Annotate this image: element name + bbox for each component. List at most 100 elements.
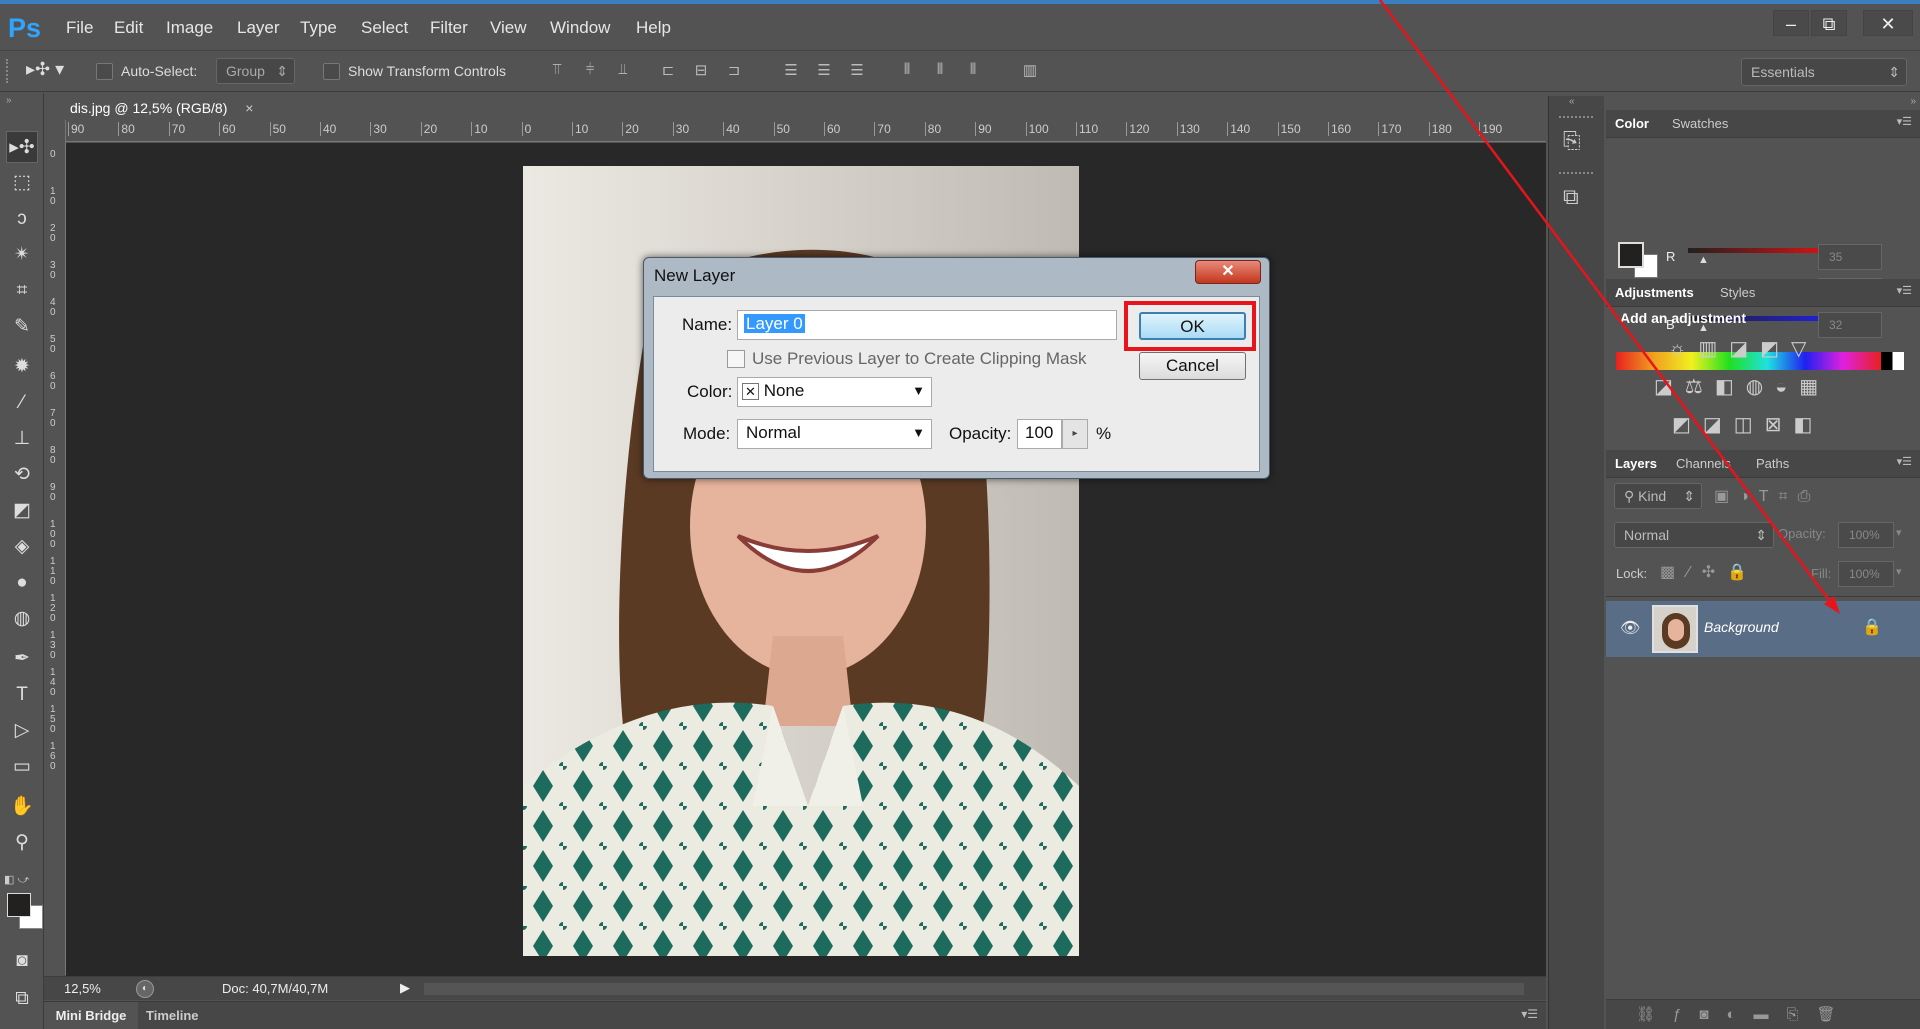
auto-align-icon[interactable]: ▥ (1018, 61, 1042, 83)
marquee-tool-icon[interactable]: ⬚ (6, 167, 38, 199)
collapse-arrows-icon[interactable]: » (6, 95, 12, 106)
tab-paths[interactable]: Paths (1756, 456, 1789, 471)
menu-layer[interactable]: Layer (237, 18, 280, 38)
type-tool-icon[interactable]: T (6, 679, 38, 711)
align-hcenter-icon[interactable]: ⊟ (689, 61, 713, 83)
blur-tool-icon[interactable]: ● (6, 567, 38, 599)
eraser-tool-icon[interactable]: ◩ (6, 495, 38, 527)
show-transform-checkbox[interactable] (323, 63, 340, 80)
zoom-tool-icon[interactable]: ⚲ (6, 827, 38, 859)
panel-menu-icon[interactable]: ▾☰ (1521, 1007, 1538, 1021)
magic-wand-icon[interactable]: ✴ (6, 239, 38, 271)
menu-type[interactable]: Type (300, 18, 337, 38)
distribute-hcenter-icon[interactable]: ⫴ (928, 61, 952, 83)
menu-help[interactable]: Help (636, 18, 671, 38)
status-info-icon[interactable]: ◐ (136, 980, 154, 998)
panel-menu-icon[interactable]: ▾☰ (1897, 284, 1912, 297)
distribute-left-icon[interactable]: ⫴ (895, 61, 919, 83)
rectangle-tool-icon[interactable]: ▭ (6, 751, 38, 783)
panel-menu-icon[interactable]: ▾☰ (1897, 455, 1912, 468)
ok-button[interactable]: OK (1139, 312, 1246, 340)
menu-file[interactable]: File (66, 18, 93, 38)
color-foreground-swatch[interactable] (1618, 242, 1644, 268)
dodge-tool-icon[interactable]: ◍ (6, 603, 38, 635)
adjustment-icons-row-2[interactable]: ◪⚖◧◍◒▦ (1654, 374, 1830, 399)
status-menu-arrow-icon[interactable]: ▶ (400, 980, 410, 996)
align-bottom-icon[interactable]: ⫫ (611, 61, 635, 83)
healing-brush-icon[interactable]: ✹ (6, 351, 38, 383)
menu-window[interactable]: Window (550, 18, 610, 38)
auto-select-checkbox[interactable] (96, 63, 113, 80)
menu-image[interactable]: Image (166, 18, 213, 38)
menu-view[interactable]: View (490, 18, 527, 38)
swap-colors-icon[interactable]: ◧ ⤻ (4, 873, 40, 887)
timeline-tab[interactable]: Timeline (146, 1002, 199, 1029)
layer-row[interactable]: 👁 Background 🔒 (1606, 601, 1920, 657)
tab-swatches[interactable]: Swatches (1672, 116, 1728, 131)
r-slider-handle-icon[interactable]: ▲ (1698, 254, 1709, 266)
mini-bridge-tab[interactable]: Mini Bridge (44, 1002, 138, 1029)
adjustment-icons-row-3[interactable]: ◩◪◫⊠◧ (1672, 412, 1824, 437)
fill-arrow-icon[interactable]: ▾ (1896, 565, 1902, 578)
layer-opacity-field[interactable]: 100% (1838, 522, 1894, 548)
paint-bucket-icon[interactable]: ◈ (6, 531, 38, 563)
cancel-button[interactable]: Cancel (1139, 352, 1246, 380)
color-dropdown[interactable]: ✕ None ▼ (737, 377, 932, 407)
menu-select[interactable]: Select (361, 18, 408, 38)
distribute-right-icon[interactable]: ⫴ (961, 61, 985, 83)
document-tab[interactable]: dis.jpg @ 12,5% (RGB/8) × (48, 96, 280, 120)
dialog-close-button[interactable]: ✕ (1195, 260, 1261, 284)
align-right-icon[interactable]: ⊐ (722, 61, 746, 83)
collapse-arrows-icon[interactable]: « (1569, 96, 1575, 107)
horizontal-scrollbar[interactable] (424, 983, 1524, 995)
menu-edit[interactable]: Edit (114, 18, 143, 38)
foreground-color-swatch[interactable] (7, 893, 31, 917)
opacity-field[interactable]: 100 (1017, 419, 1062, 449)
eyedropper-tool-icon[interactable]: ✎ (6, 311, 38, 343)
tab-color[interactable]: Color (1615, 116, 1649, 131)
crop-tool-icon[interactable]: ⌗ (6, 275, 38, 307)
distribute-bottom-icon[interactable]: ☰ (845, 61, 869, 83)
panel-menu-icon[interactable]: ▾☰ (1897, 115, 1912, 128)
brush-tool-icon[interactable]: ⁄ (6, 387, 38, 419)
mode-dropdown[interactable]: Normal ▼ (737, 419, 932, 449)
layer-name[interactable]: Background (1704, 619, 1779, 635)
lasso-tool-icon[interactable]: ↄ (6, 203, 38, 235)
move-tool-preset-icon[interactable]: ▸✣ ▾ (26, 59, 64, 80)
distribute-vcenter-icon[interactable]: ☰ (812, 61, 836, 83)
name-field[interactable]: Layer 0 (737, 310, 1117, 340)
distribute-top-icon[interactable]: ☰ (779, 61, 803, 83)
layer-filter-icons[interactable]: ▣◑T⌗⎙ (1714, 486, 1820, 506)
hand-tool-icon[interactable]: ✋ (6, 791, 38, 823)
close-window-button[interactable]: ✕ (1863, 10, 1913, 36)
move-tool-icon[interactable]: ▸✣ (6, 131, 38, 163)
minimize-button[interactable]: – (1773, 10, 1809, 36)
menu-filter[interactable]: Filter (430, 18, 468, 38)
align-top-icon[interactable]: ⫪ (545, 61, 569, 83)
collapse-arrows-icon[interactable]: » (1910, 96, 1916, 107)
screen-mode-icon[interactable]: ⧉ (6, 983, 38, 1015)
properties-panel-icon[interactable]: ⧉ (1563, 184, 1579, 210)
tab-channels[interactable]: Channels (1676, 456, 1731, 471)
tab-layers[interactable]: Layers (1615, 456, 1657, 471)
stamp-tool-icon[interactable]: ⊥ (6, 423, 38, 455)
pen-tool-icon[interactable]: ✒ (6, 643, 38, 675)
tab-styles[interactable]: Styles (1720, 285, 1755, 300)
blend-mode-dropdown[interactable]: Normal ⇕ (1614, 522, 1774, 548)
opacity-arrow-icon[interactable]: ▾ (1896, 526, 1902, 539)
quick-mask-icon[interactable]: ◙ (6, 945, 38, 977)
b-value[interactable]: 32 (1818, 312, 1882, 338)
align-left-icon[interactable]: ⊏ (656, 61, 680, 83)
auto-select-dropdown[interactable]: Group ⇕ (216, 58, 295, 84)
restore-button[interactable]: ⧉ (1811, 10, 1847, 36)
history-panel-icon[interactable]: ⎘ (1563, 128, 1581, 154)
path-selection-icon[interactable]: ▷ (6, 715, 38, 747)
fill-field[interactable]: 100% (1838, 561, 1894, 587)
layer-filter-dropdown[interactable]: ⚲ Kind ⇕ (1614, 483, 1702, 509)
tab-adjustments[interactable]: Adjustments (1615, 285, 1694, 300)
adjustment-icons-row-1[interactable]: ☼▥◪◩▽ (1668, 336, 1818, 361)
layers-footer-icons[interactable]: ⛓ƒ◙◐▬⎘🗑 (1636, 1005, 1854, 1023)
workspace-dropdown[interactable]: Essentials ⇕ (1741, 58, 1907, 86)
r-value[interactable]: 35 (1818, 244, 1882, 270)
visibility-eye-icon[interactable]: 👁 (1620, 618, 1640, 638)
